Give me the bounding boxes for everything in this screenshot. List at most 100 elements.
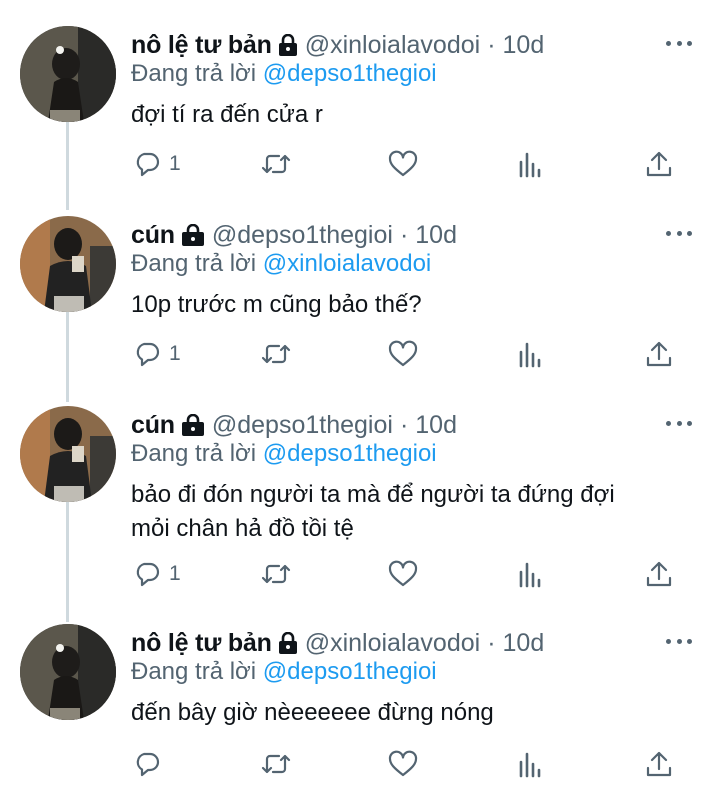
reply-count: 1 [169, 342, 181, 365]
tweet[interactable]: nô lệ tư bản @xinloialavodoi · 10d Đang … [0, 0, 719, 200]
like-button[interactable] [388, 560, 418, 588]
reply-button[interactable] [133, 750, 169, 778]
reply-count: 1 [169, 152, 181, 175]
more-icon[interactable] [666, 226, 692, 240]
share-button[interactable] [645, 340, 673, 368]
author-name[interactable]: cún [131, 411, 175, 440]
share-icon [646, 751, 672, 777]
replying-to: Đang trả lời @depso1thegioi [131, 440, 437, 468]
avatar-image [20, 624, 116, 720]
lock-icon [181, 224, 205, 246]
author-handle[interactable]: @xinloialavodoi [305, 629, 480, 658]
timestamp[interactable]: 10d [415, 411, 457, 440]
lock-icon [278, 34, 298, 56]
retweet-button[interactable] [260, 560, 292, 588]
analytics-button[interactable] [518, 750, 544, 778]
share-icon [646, 561, 672, 587]
analytics-button[interactable] [518, 560, 544, 588]
retweet-button[interactable] [260, 150, 292, 178]
author-handle[interactable]: @depso1thegioi [212, 221, 393, 250]
retweet-icon [261, 344, 291, 364]
timestamp[interactable]: 10d [415, 221, 457, 250]
action-bar [0, 750, 719, 786]
replying-to: Đang trả lời @xinloialavodoi [131, 250, 431, 278]
replying-to: Đang trả lời @depso1thegioi [131, 658, 437, 686]
replying-prefix: Đang trả lời [131, 250, 257, 277]
lock-icon [181, 414, 205, 436]
analytics-button[interactable] [518, 340, 544, 368]
replying-prefix: Đang trả lời [131, 440, 257, 467]
author-handle[interactable]: @depso1thegioi [212, 411, 393, 440]
avatar[interactable] [20, 624, 116, 720]
tweet[interactable]: cún @depso1thegioi · 10d Đang trả lời @x… [0, 190, 719, 390]
tweet-header: cún @depso1thegioi · 10d [131, 218, 457, 252]
mention-link[interactable]: @depso1thegioi [263, 440, 437, 467]
analytics-icon [519, 752, 541, 778]
action-bar: 1 [0, 560, 719, 596]
lock-icon [278, 632, 298, 654]
timestamp[interactable]: 10d [503, 629, 545, 658]
tweet[interactable]: cún @depso1thegioi · 10d Đang trả lời @d… [0, 380, 719, 610]
replying-to: Đang trả lời @depso1thegioi [131, 60, 437, 88]
replying-prefix: Đang trả lời [131, 658, 257, 685]
retweet-icon [261, 154, 291, 174]
tweet-text: đến bây giờ nèeeeeee đừng nóng [131, 699, 494, 726]
like-icon [388, 150, 418, 177]
avatar-image [20, 406, 116, 502]
like-icon [388, 560, 418, 587]
share-button[interactable] [645, 150, 673, 178]
analytics-icon [519, 562, 541, 588]
author-name[interactable]: cún [131, 221, 175, 250]
retweet-button[interactable] [260, 750, 292, 778]
retweet-icon [261, 754, 291, 774]
avatar-image [20, 216, 116, 312]
reply-button[interactable]: 1 [133, 150, 181, 178]
separator: · [487, 628, 496, 657]
retweet-button[interactable] [260, 340, 292, 368]
like-button[interactable] [388, 150, 418, 178]
like-icon [388, 340, 418, 367]
reply-button[interactable]: 1 [133, 560, 181, 588]
avatar-image [20, 26, 116, 122]
more-icon[interactable] [666, 634, 692, 648]
share-icon [646, 341, 672, 367]
analytics-button[interactable] [518, 150, 544, 178]
share-icon [646, 151, 672, 177]
retweet-icon [261, 564, 291, 584]
author-name[interactable]: nô lệ tư bản [131, 629, 272, 658]
tweet-text: 10p trước m cũng bảo thế? [131, 291, 422, 318]
tweet-header: nô lệ tư bản @xinloialavodoi · 10d [131, 28, 544, 62]
mention-link[interactable]: @depso1thegioi [263, 658, 437, 685]
more-icon[interactable] [666, 416, 692, 430]
reply-icon [136, 752, 160, 777]
like-button[interactable] [388, 340, 418, 368]
tweet[interactable]: nô lệ tư bản @xinloialavodoi · 10d Đang … [0, 600, 719, 792]
timestamp[interactable]: 10d [503, 31, 545, 60]
reply-button[interactable]: 1 [133, 340, 181, 368]
replying-prefix: Đang trả lời [131, 60, 257, 87]
share-button[interactable] [645, 560, 673, 588]
more-icon[interactable] [666, 36, 692, 50]
mention-link[interactable]: @xinloialavodoi [263, 250, 431, 277]
tweet-header: nô lệ tư bản @xinloialavodoi · 10d [131, 626, 544, 660]
share-button[interactable] [645, 750, 673, 778]
tweet-header: cún @depso1thegioi · 10d [131, 408, 457, 442]
analytics-icon [519, 342, 541, 368]
avatar[interactable] [20, 406, 116, 502]
reply-icon [136, 152, 160, 177]
avatar[interactable] [20, 26, 116, 122]
separator: · [399, 410, 409, 439]
separator: · [487, 30, 496, 59]
reply-icon [136, 342, 160, 367]
mention-link[interactable]: @depso1thegioi [263, 60, 437, 87]
author-handle[interactable]: @xinloialavodoi [305, 31, 480, 60]
like-icon [388, 750, 418, 777]
author-name[interactable]: nô lệ tư bản [131, 31, 272, 60]
action-bar: 1 [0, 340, 719, 376]
tweet-text: bảo đi đón người ta mà để người ta đứng … [131, 481, 615, 542]
avatar[interactable] [20, 216, 116, 312]
like-button[interactable] [388, 750, 418, 778]
reply-icon [136, 562, 160, 587]
separator: · [399, 220, 409, 249]
tweet-text: đợi tí ra đến cửa r [131, 101, 323, 128]
